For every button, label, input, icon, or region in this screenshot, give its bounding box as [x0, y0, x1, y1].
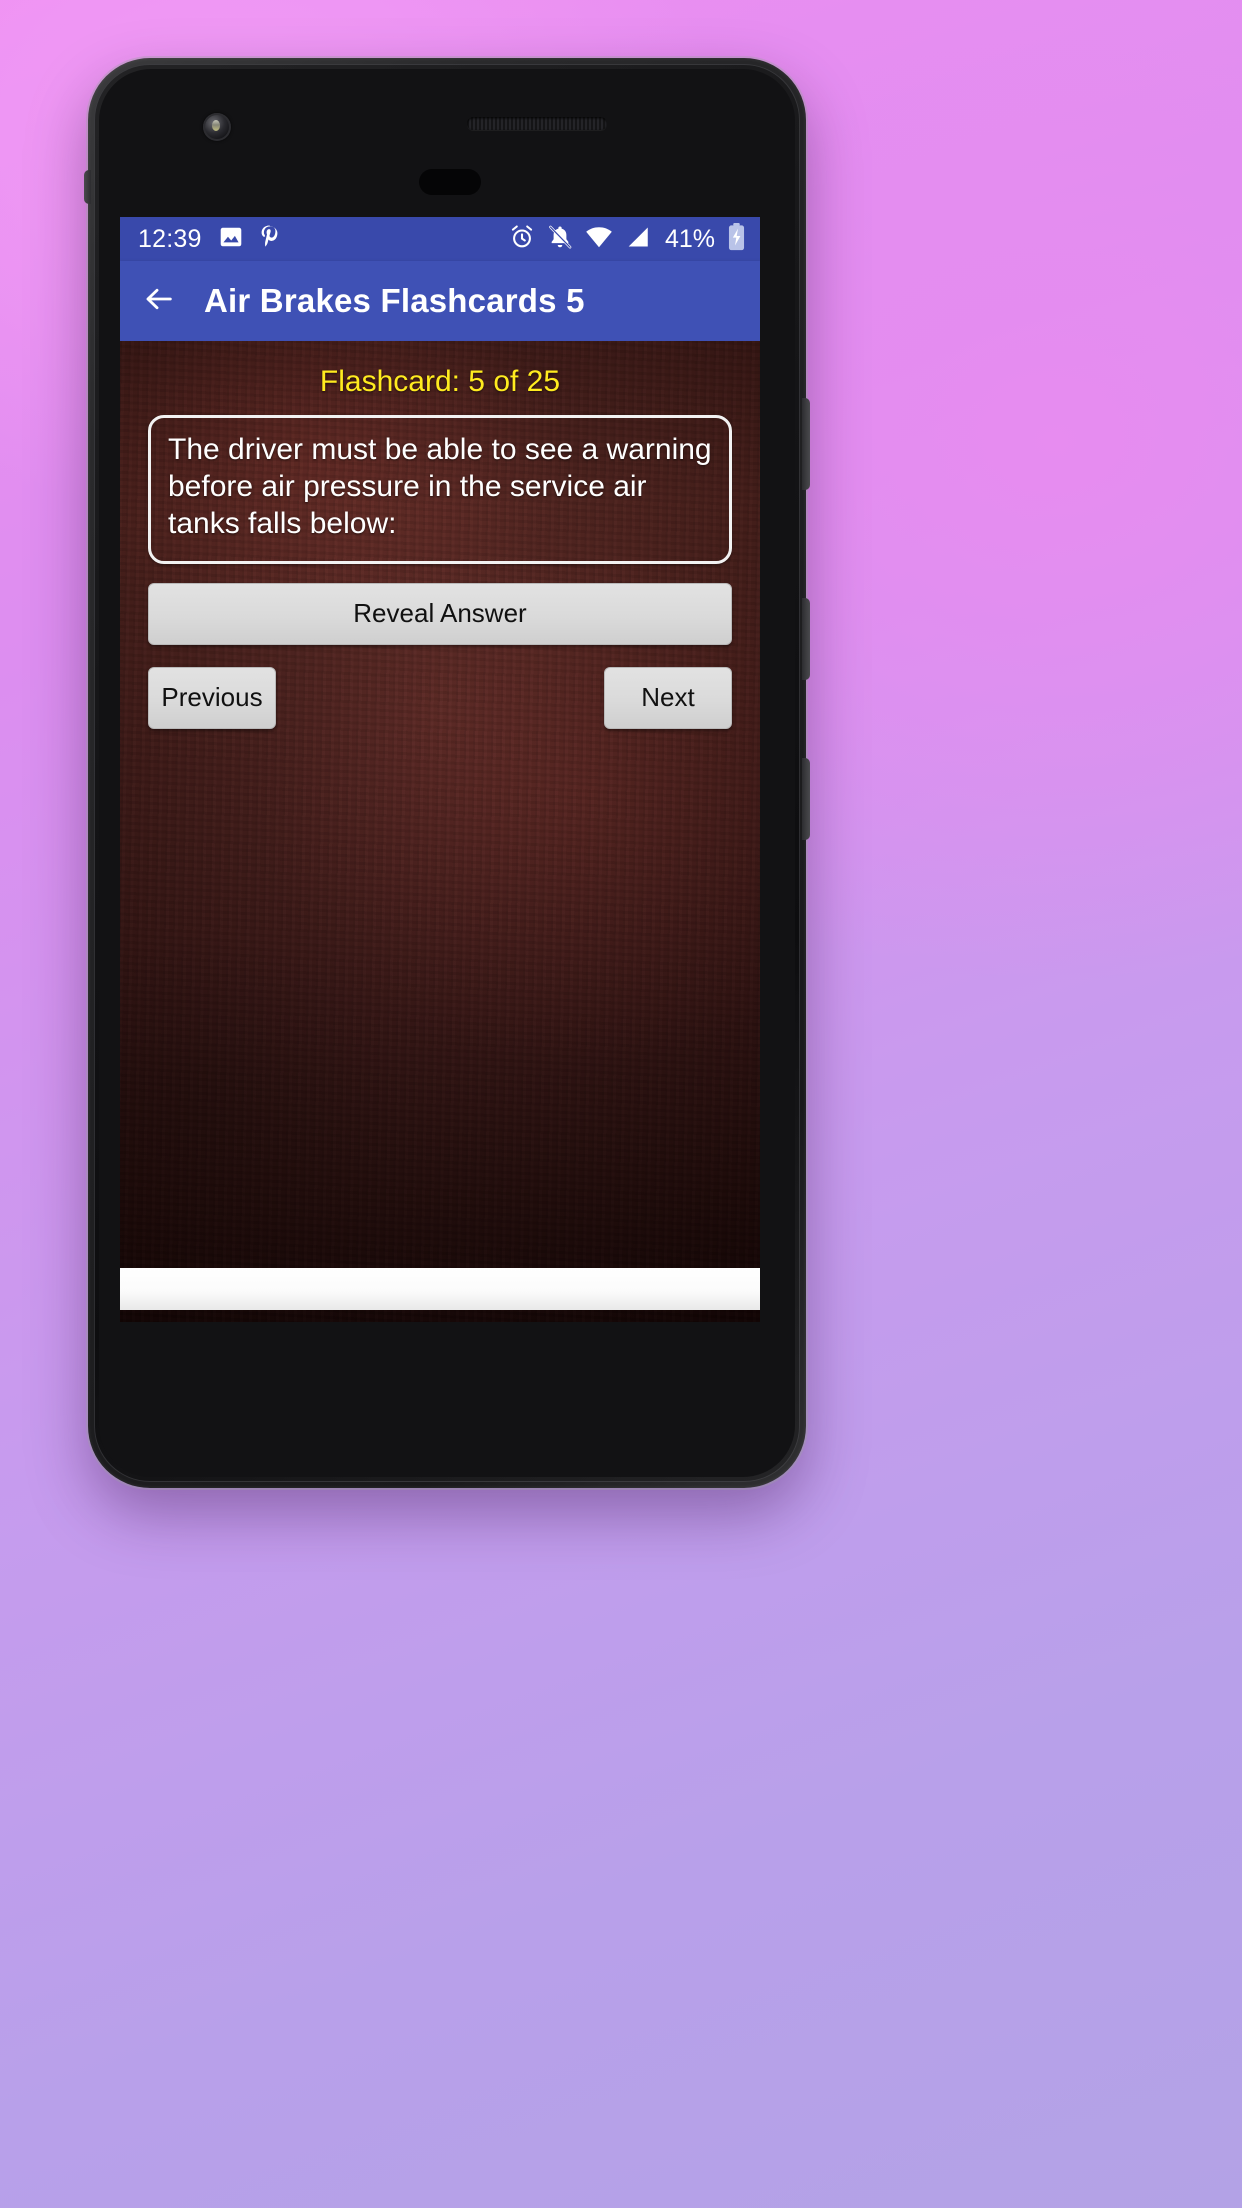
sim-tray — [84, 170, 91, 204]
phone-body: 12:39 41% Air Brakes Flashcards 5 Flashc… — [99, 69, 795, 1477]
app-bar: Air Brakes Flashcards 5 — [120, 261, 760, 341]
status-time: 12:39 — [138, 224, 202, 253]
next-button[interactable]: Next — [604, 666, 732, 729]
earpiece-speaker-icon — [467, 117, 607, 130]
flashcard-screen: Flashcard: 5 of 25 The driver must be ab… — [120, 341, 760, 1322]
volume-up-button[interactable] — [802, 598, 810, 680]
battery-percent: 41% — [664, 224, 715, 253]
front-camera-icon — [203, 113, 231, 141]
power-button[interactable] — [802, 398, 810, 490]
back-arrow-icon[interactable] — [142, 282, 176, 321]
flashcard-counter: Flashcard: 5 of 25 — [319, 365, 561, 398]
navigation-button-row: Previous Next — [148, 666, 732, 729]
proximity-sensor-icon — [419, 169, 481, 195]
reveal-answer-button[interactable]: Reveal Answer — [148, 582, 732, 645]
question-text: The driver must be able to see a warning… — [168, 433, 712, 540]
phone-screen: 12:39 41% Air Brakes Flashcards 5 Flashc… — [120, 217, 760, 1322]
volume-down-button[interactable] — [802, 758, 810, 840]
image-icon — [218, 224, 244, 255]
cell-signal-icon — [625, 224, 651, 255]
question-card: The driver must be able to see a warning… — [148, 415, 732, 564]
ad-banner[interactable] — [120, 1268, 760, 1310]
status-bar-right-group: 41% — [509, 222, 746, 256]
phone-bezel: 12:39 41% Air Brakes Flashcards 5 Flashc… — [94, 64, 800, 1482]
notifications-off-icon — [547, 224, 573, 255]
alarm-icon — [509, 224, 535, 255]
page-title: Air Brakes Flashcards 5 — [204, 282, 585, 319]
battery-charging-icon — [727, 222, 746, 256]
previous-button[interactable]: Previous — [148, 666, 276, 729]
phone-frame: 12:39 41% Air Brakes Flashcards 5 Flashc… — [84, 58, 810, 1488]
wifi-icon — [585, 224, 613, 255]
status-bar: 12:39 41% — [120, 217, 760, 261]
pinterest-icon — [258, 224, 282, 255]
